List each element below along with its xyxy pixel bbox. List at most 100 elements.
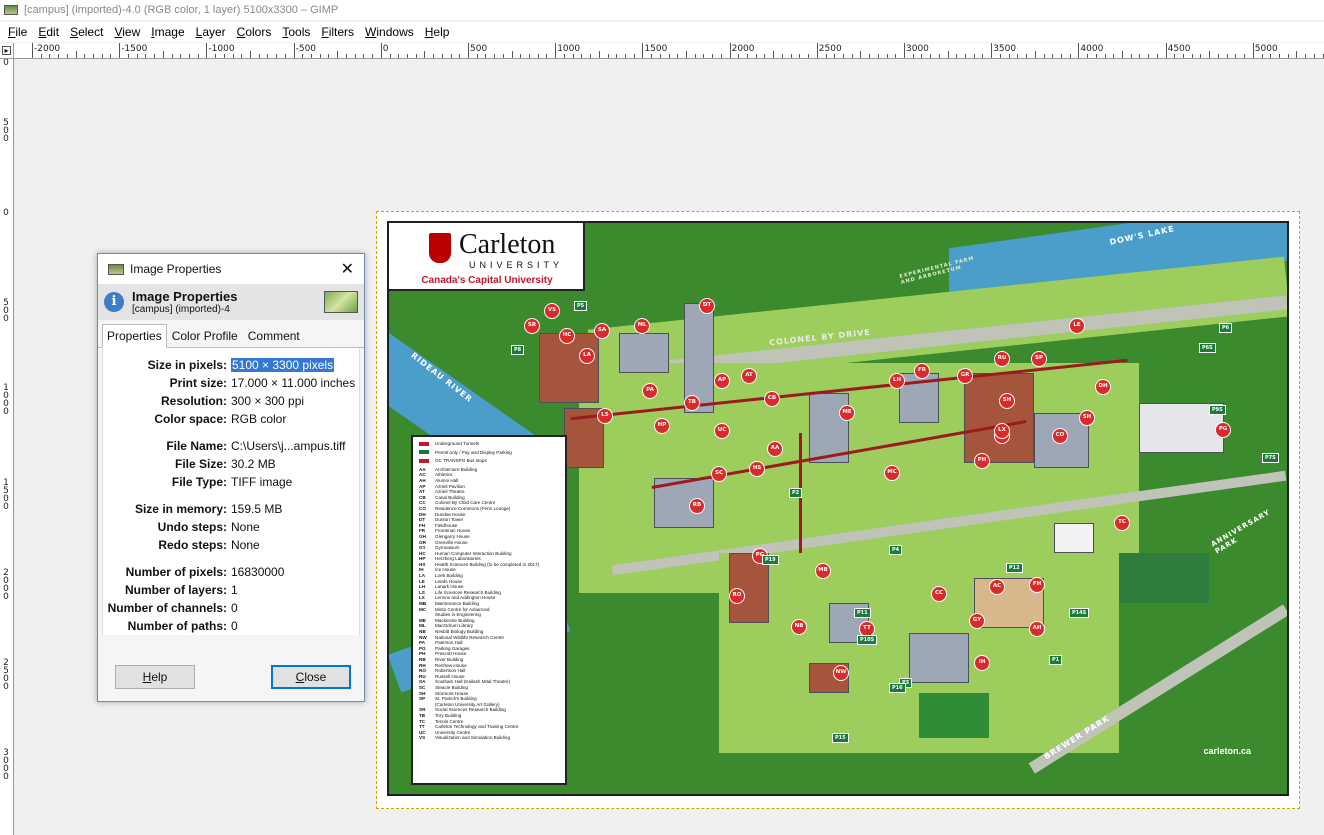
campus-map-image[interactable]: DOW'S LAKE COLONEL BY DRIVE RIDEAU RIVER… (387, 221, 1289, 796)
ruler-label: 1000 (557, 44, 581, 54)
ruler-tick (590, 54, 592, 58)
ruler-tick (75, 51, 77, 58)
property-value[interactable]: 300 × 300 ppi (231, 394, 359, 408)
menu-image[interactable]: Image (147, 25, 191, 39)
property-value[interactable]: 30.2 MB (231, 457, 359, 471)
ruler-label: -1500 (121, 44, 148, 54)
ruler-tick (136, 54, 138, 58)
ruler-tick (1183, 54, 1185, 58)
ruler-tick (808, 54, 810, 58)
ruler-tick (886, 54, 888, 58)
property-value[interactable]: 0 (231, 619, 359, 633)
ruler-tick (1043, 54, 1045, 58)
property-label: Number of paths: (127, 619, 227, 633)
quick-mask-toggle-icon[interactable]: ▸ (2, 46, 11, 55)
property-value[interactable]: 17.000 × 11.000 inches (231, 376, 359, 390)
building-pin: MC (884, 465, 900, 481)
property-value[interactable]: RGB color (231, 412, 359, 426)
ruler-tick (215, 54, 217, 58)
legend-swatch (419, 450, 429, 455)
ruler-label: 3500 (993, 44, 1017, 54)
property-value[interactable]: 1 (231, 583, 359, 597)
tab-properties[interactable]: Properties (102, 324, 167, 348)
ruler-tick (825, 54, 827, 58)
ruler-tick (904, 43, 905, 58)
property-row: File Name: C:\Users\j...ampus.tiff (103, 437, 359, 455)
ruler-tick (32, 43, 33, 58)
help-button-label: Help (142, 670, 168, 684)
ruler-tick (1252, 43, 1254, 58)
ruler-corner[interactable]: ▸ (0, 43, 14, 59)
vertical-ruler[interactable]: 0 500 0 500 1000 1500 2000 2500 3000 (0, 59, 14, 835)
close-icon[interactable]: ✕ (341, 259, 354, 279)
property-row: Color space: RGB color (103, 410, 359, 428)
property-label: Number of pixels: (125, 565, 227, 579)
ruler-tick (84, 54, 86, 58)
property-value[interactable]: 0 (231, 601, 359, 615)
property-value[interactable]: C:\Users\j...ampus.tiff (231, 439, 359, 453)
menu-help[interactable]: Help (421, 25, 457, 39)
menu-filters[interactable]: Filters (317, 25, 361, 39)
menu-windows[interactable]: Windows (361, 25, 421, 39)
property-value[interactable]: TIFF image (231, 475, 359, 489)
ruler-tick (529, 54, 531, 58)
building-pin: SC (711, 466, 727, 482)
building-pin: CC (931, 586, 947, 602)
ruler-tick (459, 54, 461, 58)
menu-layer[interactable]: Layer (192, 25, 233, 39)
menu-view[interactable]: View (110, 25, 147, 39)
ruler-label: 500 (3, 298, 9, 324)
property-value[interactable]: 16830000 (231, 565, 359, 579)
dialog-titlebar[interactable]: Image Properties ✕ (98, 254, 364, 284)
menu-colors[interactable]: Colors (233, 25, 279, 39)
tab-color-profile[interactable]: Color Profile (167, 324, 243, 347)
close-button[interactable]: Close (271, 665, 351, 689)
building-pin: FR (914, 363, 930, 379)
properties-panel: Size in pixels: 5100 × 3300 pixels Print s… (102, 348, 360, 635)
building-pin: LE (1069, 318, 1085, 334)
property-spacer (103, 428, 359, 437)
logo-university: UNIVERSITY (469, 260, 564, 270)
ruler-tick (1305, 54, 1307, 58)
building-pin: NB (791, 619, 807, 635)
parking-pin: P7S (1262, 453, 1279, 463)
menu-edit[interactable]: Edit (34, 25, 66, 39)
building-pin: AC (989, 579, 1005, 595)
ruler-label: 1500 (3, 478, 9, 512)
ruler-tick (398, 54, 400, 58)
property-value[interactable]: 159.5 MB (231, 502, 359, 516)
menu-file[interactable]: File (4, 25, 34, 39)
ruler-tick (1322, 54, 1324, 58)
ruler-tick (1174, 54, 1176, 58)
building-pin: PA (642, 383, 658, 399)
ruler-tick (424, 51, 426, 58)
ruler-tick (651, 54, 653, 58)
ruler-tick (659, 54, 661, 58)
ruler-tick (119, 43, 121, 58)
menu-tools[interactable]: Tools (278, 25, 317, 39)
window-title: [campus] (imported)-4.0 (RGB color, 1 la… (24, 4, 339, 16)
ruler-tick (154, 54, 156, 58)
property-value[interactable]: None (231, 520, 359, 534)
ruler-label: 2500 (818, 44, 842, 54)
building-pin: CO (1052, 428, 1068, 444)
property-label: Print size: (169, 376, 227, 390)
dialog-tabs: Properties Color Profile Comment (98, 320, 364, 348)
tab-comment[interactable]: Comment (243, 324, 305, 347)
menu-select[interactable]: Select (66, 25, 110, 39)
ruler-label: 1500 (644, 44, 668, 54)
ruler-tick (1209, 51, 1211, 58)
ruler-tick (1287, 54, 1289, 58)
ruler-tick (842, 54, 844, 58)
horizontal-ruler[interactable]: -2000 -1500 -1000 -500 0 500 1000 1500 2000 2500 3… (14, 43, 1324, 59)
property-value[interactable]: 5100 × 3300 pixels (231, 358, 335, 372)
ruler-label: 2000 (3, 568, 9, 602)
website-label: carleton.ca (1203, 746, 1251, 756)
building-pin: AH (1029, 621, 1045, 637)
ruler-tick (642, 43, 644, 58)
legend-heading-text: OC TRANSPO Bus stops (435, 458, 487, 464)
ruler-tick (110, 54, 112, 58)
property-value[interactable]: None (231, 538, 359, 552)
help-button[interactable]: Help (115, 665, 195, 689)
ruler-tick (441, 54, 443, 58)
